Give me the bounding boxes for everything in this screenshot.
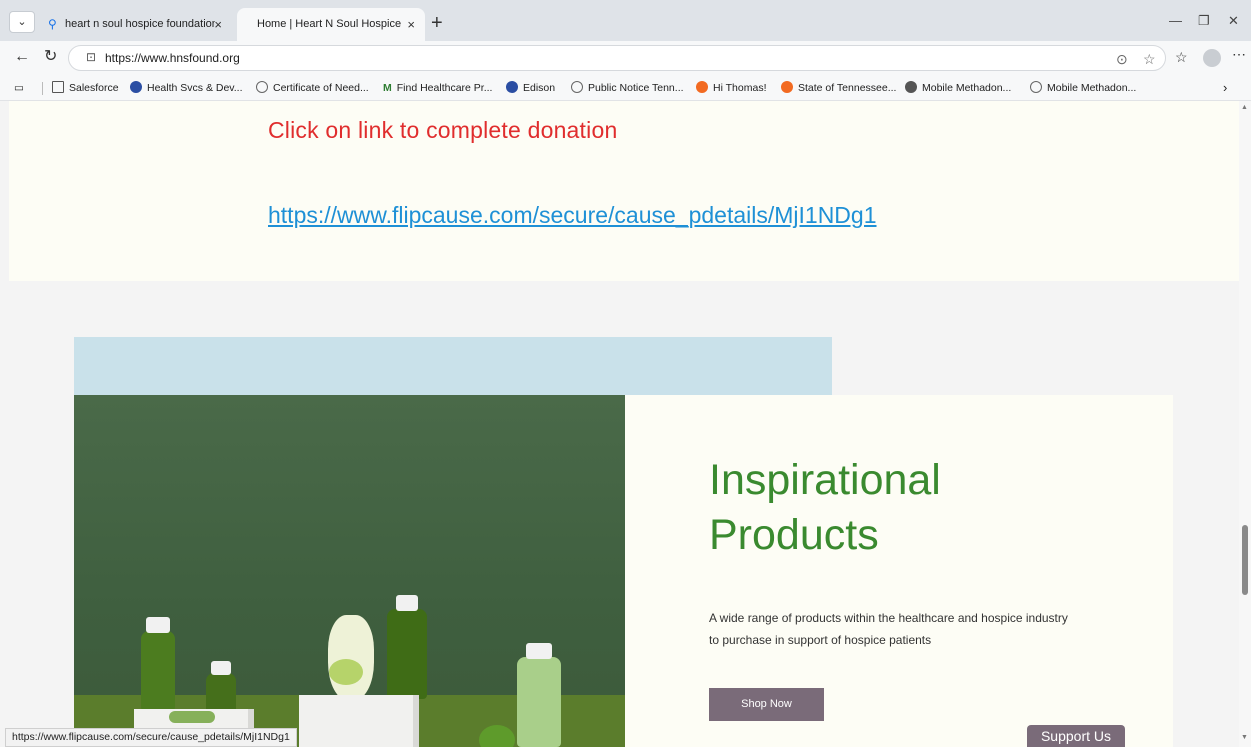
- favorite-star-icon[interactable]: ☆: [1143, 51, 1156, 67]
- profile-avatar[interactable]: [1203, 49, 1221, 67]
- bookmark-salesforce[interactable]: Salesforce: [52, 80, 119, 96]
- photo-bottle-cap: [526, 643, 552, 659]
- products-card: Inspirational Products A wide range of p…: [625, 395, 1173, 747]
- photo-cucumber: [169, 711, 215, 723]
- address-row: ← ↻ ⊡ https://www.hnsfound.org ⊙ ☆ ☆ ⋯: [0, 41, 1251, 75]
- bookmark-mobile-methadone-2[interactable]: Mobile Methadon...: [1030, 80, 1136, 96]
- new-tab-button[interactable]: +: [431, 10, 443, 36]
- web-page: Click on link to complete donation https…: [9, 101, 1239, 747]
- tab-actions-menu-icon[interactable]: ⌄: [9, 11, 35, 33]
- refresh-icon[interactable]: ↻: [44, 47, 57, 67]
- photo-bottle: [387, 609, 427, 699]
- browser-window: ⌄ ⚲ heart n soul hospice foundation - × …: [0, 0, 1251, 747]
- bookmark-edison[interactable]: Edison: [506, 80, 555, 96]
- tab-strip: ⌄ ⚲ heart n soul hospice foundation - × …: [0, 0, 1251, 41]
- restore-icon[interactable]: ❐: [1198, 10, 1210, 32]
- tn-state-icon: [130, 81, 142, 93]
- card-title: Inspirational Products: [709, 456, 941, 559]
- more-options-icon[interactable]: ⋯: [1232, 46, 1246, 63]
- bookmarks-bar: ▭ Salesforce Health Svcs & Dev... Certif…: [0, 75, 1251, 101]
- products-photo: [74, 395, 625, 747]
- bookmark-health-svcs[interactable]: Health Svcs & Dev...: [130, 80, 243, 96]
- back-arrow-icon[interactable]: ←: [14, 47, 30, 67]
- photo-lime: [329, 659, 363, 685]
- hubspot-icon: [696, 81, 708, 93]
- globe-icon: [571, 81, 583, 93]
- tab-search[interactable]: ⚲ heart n soul hospice foundation - ×: [40, 8, 232, 41]
- bookmark-mobile-methadone-1[interactable]: Mobile Methadon...: [905, 80, 1011, 96]
- m-logo-icon: M: [383, 82, 392, 94]
- donation-section: Click on link to complete donation https…: [9, 101, 1239, 281]
- bookmarks-overflow-chevron-icon[interactable]: ›: [1223, 80, 1227, 96]
- card-description: A wide range of products within the heal…: [709, 611, 1068, 647]
- donation-link[interactable]: https://www.flipcause.com/secure/cause_p…: [268, 202, 877, 229]
- status-url-tooltip: https://www.flipcause.com/secure/cause_p…: [5, 728, 297, 747]
- tab-title: heart n soul hospice foundation -: [65, 18, 215, 30]
- reader-icon[interactable]: ⊙: [1116, 51, 1128, 67]
- photo-bottle-cap: [146, 617, 170, 633]
- circle-logo-icon: [905, 81, 917, 93]
- address-bar[interactable]: ⊡ https://www.hnsfound.org ⊙ ☆: [68, 45, 1166, 71]
- photo-bottle: [517, 657, 561, 747]
- bookmark-state-of-tennessee[interactable]: State of Tennessee...: [781, 80, 896, 96]
- decorative-blue-panel: [74, 337, 832, 399]
- tab-home[interactable]: Home | Heart N Soul Hospice ×: [237, 8, 425, 41]
- favorites-list-icon[interactable]: ☆: [1175, 47, 1188, 67]
- close-tab-icon[interactable]: ×: [407, 8, 415, 41]
- bookmark-hi-thomas[interactable]: Hi Thomas!: [696, 80, 767, 96]
- bookmark-find-healthcare[interactable]: M Find Healthcare Pr...: [383, 80, 492, 96]
- bookmark-separator: [42, 82, 43, 95]
- support-us-button[interactable]: Support Us: [1027, 725, 1125, 747]
- photo-pedestal: [299, 695, 419, 747]
- url-text[interactable]: https://www.hnsfound.org: [105, 51, 240, 65]
- minimize-icon[interactable]: —: [1169, 10, 1182, 32]
- scroll-down-arrow-icon[interactable]: ▼: [1241, 734, 1248, 741]
- globe-icon: [1030, 81, 1042, 93]
- search-icon: ⚲: [48, 17, 57, 31]
- bookmark-certificate-of-need[interactable]: Certificate of Need...: [256, 80, 369, 96]
- photo-apple: [479, 725, 515, 747]
- hubspot-icon: [781, 81, 793, 93]
- bookmark-public-notice[interactable]: Public Notice Tenn...: [571, 80, 684, 96]
- photo-fennel: [328, 615, 374, 701]
- close-tab-icon[interactable]: ×: [214, 8, 222, 41]
- tab-title: Home | Heart N Soul Hospice: [257, 18, 402, 30]
- folder-icon: [52, 81, 64, 93]
- tn-state-icon: [506, 81, 518, 93]
- photo-bottle-cap: [211, 661, 231, 675]
- photo-bottle: [141, 631, 175, 711]
- scroll-thumb[interactable]: [1242, 525, 1248, 595]
- photo-bottle-cap: [396, 595, 418, 611]
- page-scrollbar[interactable]: ▲ ▼: [1239, 101, 1251, 747]
- scroll-up-arrow-icon[interactable]: ▲: [1241, 104, 1248, 111]
- reading-list-icon[interactable]: ▭: [14, 80, 24, 96]
- close-window-icon[interactable]: ✕: [1228, 10, 1239, 32]
- site-info-icon[interactable]: ⊡: [86, 50, 96, 64]
- globe-icon: [256, 81, 268, 93]
- donation-message: Click on link to complete donation: [268, 117, 618, 143]
- shop-now-button[interactable]: Shop Now: [709, 688, 824, 721]
